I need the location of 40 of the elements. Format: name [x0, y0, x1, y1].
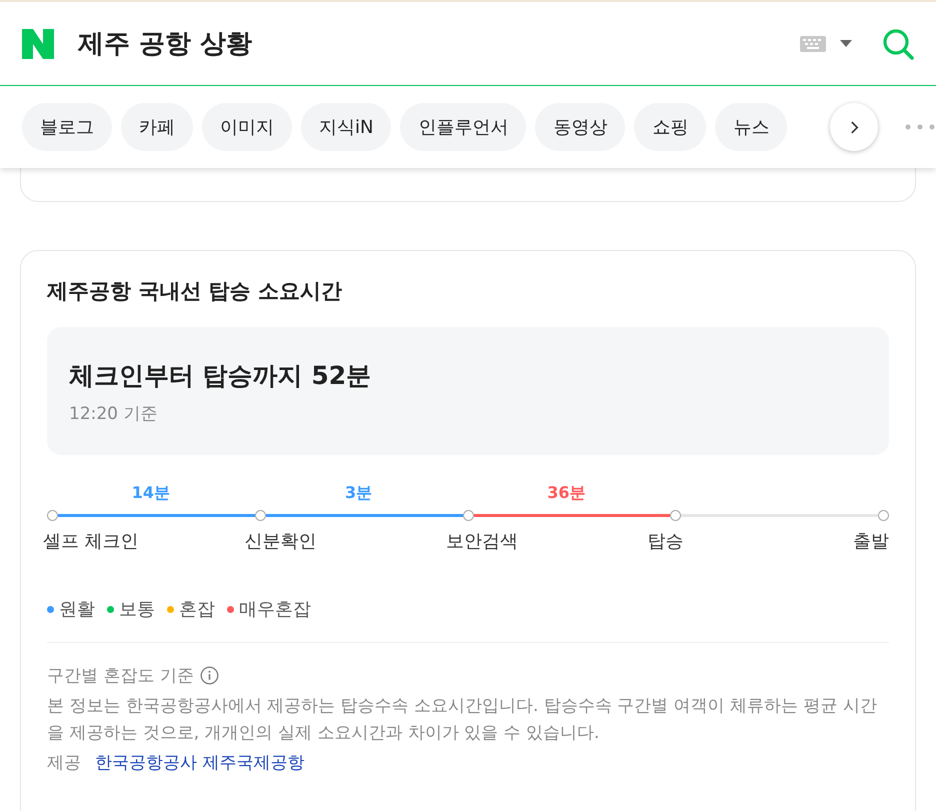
card-title: 제주공항 국내선 탑승 소요시간	[47, 278, 343, 305]
tab[interactable]: 동영상	[535, 103, 626, 151]
keyboard-icon[interactable]	[800, 36, 826, 52]
stop-marker	[47, 510, 58, 521]
caret-icon[interactable]	[840, 40, 852, 47]
info-text: 본 정보는 한국공항공사에서 제공하는 탑승수속 소요시간입니다. 탑승수속 구간별 여객이 체류하는 평균 시간을 제공하는 것으로, 개개인의 실제 소요시간과 차이가 있을 수 있습니다.	[47, 695, 878, 746]
stop-marker	[670, 510, 682, 521]
tab[interactable]: 이미지	[202, 103, 292, 151]
search-field[interactable]: 제주 공항 상황	[78, 26, 800, 61]
legend-label: 원활	[59, 598, 95, 621]
source-label: 제공	[47, 752, 81, 774]
stop-marker	[878, 510, 889, 521]
stop-label: 셀프 체크인	[43, 530, 140, 553]
more-icon[interactable]	[905, 124, 935, 130]
duration-label: 14분	[132, 483, 170, 502]
stop-label: 탑승	[648, 530, 684, 553]
info-icon[interactable]	[200, 666, 219, 685]
headline: 체크인부터 탑승까지 52분	[69, 360, 372, 392]
logo-icon[interactable]	[22, 28, 54, 58]
duration-label: 3분	[345, 483, 372, 502]
info-title: 구간별 혼잡도 기준	[47, 665, 194, 687]
stop-label: 신분확인	[244, 530, 318, 553]
stop-label: 보안검색	[446, 530, 519, 553]
timestamp: 12:20 기준	[69, 403, 158, 425]
search-icon[interactable]	[882, 28, 914, 60]
stop-marker	[254, 510, 266, 521]
duration-label: 36분	[547, 483, 586, 502]
stop-marker	[462, 510, 474, 521]
tab[interactable]: 쇼핑	[634, 103, 706, 151]
tab[interactable]: 블로그	[22, 103, 112, 151]
tab[interactable]: 지식iN	[301, 103, 392, 151]
tab[interactable]: 카페	[121, 103, 193, 151]
chevron-right-icon[interactable]	[850, 120, 858, 134]
tab[interactable]: 인플루언서	[400, 103, 526, 151]
legend-label: 보통	[119, 598, 155, 621]
source-link[interactable]: 한국공항공사 제주국제공항	[95, 751, 304, 774]
legend-label: 매우혼잡	[239, 598, 311, 621]
stop-label: 출발	[853, 530, 889, 553]
tab[interactable]: 뉴스	[715, 103, 788, 151]
legend-label: 혼잡	[179, 598, 215, 621]
